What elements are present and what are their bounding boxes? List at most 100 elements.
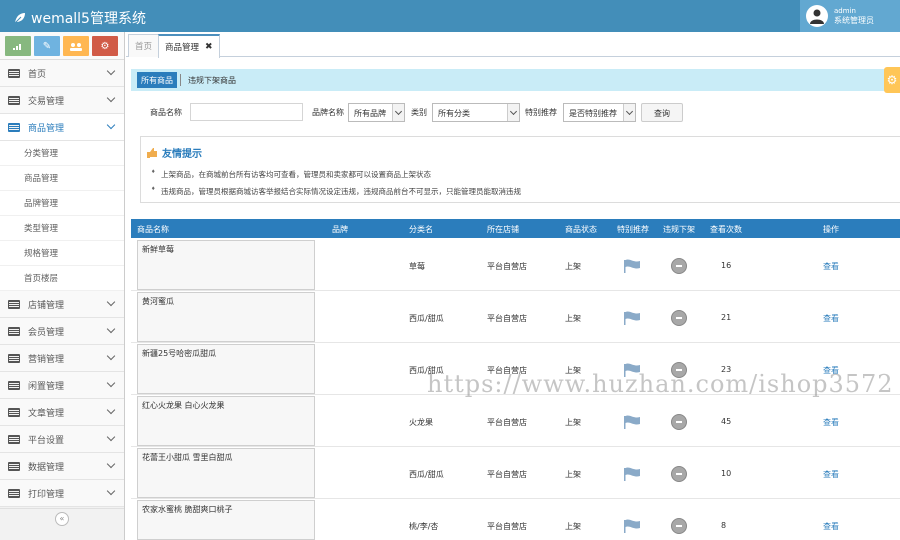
flag-icon[interactable] [623, 519, 641, 533]
category-cell: 西瓜/甜瓜 [409, 366, 444, 375]
user-name: admin [834, 7, 856, 15]
goods-name-cell[interactable]: 新鲜草莓 [137, 240, 315, 290]
sidebar-item-trade[interactable]: 交易管理 [0, 87, 124, 114]
list-icon [8, 407, 20, 417]
cogs-icon[interactable]: ⚙ [92, 36, 118, 56]
views-cell: 8 [721, 521, 727, 530]
brand-title: wemall5管理系统 [31, 11, 146, 27]
sidebar-sub-type[interactable]: 类型管理 [0, 216, 124, 241]
sidebar-sub-goods[interactable]: 商品管理 [0, 166, 124, 191]
special-select[interactable]: 是否特别推荐 [563, 103, 636, 122]
store-cell: 平台自营店 [487, 470, 527, 479]
chevron-down-icon [106, 324, 116, 334]
store-cell: 平台自营店 [487, 366, 527, 375]
sidebar-item-marketing[interactable]: 营销管理 [0, 345, 124, 372]
sidebar-sub-floor[interactable]: 首页楼层 [0, 266, 124, 291]
settings-icon[interactable]: ⚙ [884, 67, 900, 93]
goods-name-input[interactable] [190, 103, 303, 121]
view-link[interactable]: 查看 [823, 417, 839, 428]
col-violation[interactable]: 违规下架 [663, 224, 695, 235]
col-goods-name[interactable]: 商品名称 [137, 224, 169, 235]
minus-circle-icon[interactable] [671, 258, 687, 274]
minus-circle-icon[interactable] [671, 362, 687, 378]
chevron-down-icon [106, 66, 116, 76]
brand[interactable]: wemall5管理系统 [14, 8, 146, 28]
view-link[interactable]: 查看 [823, 521, 839, 532]
sidebar-item-article[interactable]: 文章管理 [0, 399, 124, 426]
tip-line: 上架商品，在商城前台所有访客均可查看，管理员和卖家都可以设置商品上架状态 [151, 169, 431, 180]
query-button[interactable]: 查询 [641, 103, 683, 122]
sidebar-collapse-bar: « [0, 508, 124, 526]
sidebar-item-member[interactable]: 会员管理 [0, 318, 124, 345]
minus-circle-icon[interactable] [671, 518, 687, 534]
col-special[interactable]: 特别推荐 [617, 224, 649, 235]
tab-goods-management[interactable]: 商品管理 ✖ [158, 34, 220, 58]
sidebar-sub-brand[interactable]: 品牌管理 [0, 191, 124, 216]
category-cell: 火龙果 [409, 418, 433, 427]
tab-home[interactable]: 首页 [128, 34, 160, 57]
flag-icon[interactable] [623, 415, 641, 429]
status-cell: 上架 [565, 418, 581, 427]
table-row: 红心火龙果 白心火龙果 火龙果 平台自营店 上架 45 查看 [131, 395, 900, 447]
goods-name-cell[interactable]: 花蕾王小甜瓜 雪里白甜瓜 [137, 448, 315, 498]
list-icon [8, 488, 20, 498]
tab-all-goods[interactable]: 所有商品 [137, 72, 177, 88]
store-cell: 平台自营店 [487, 262, 527, 271]
sidebar-item-store[interactable]: 店铺管理 [0, 291, 124, 318]
tab-violation-goods[interactable]: 违规下架商品 [184, 72, 240, 88]
double-chevron-left-icon[interactable]: « [55, 512, 69, 526]
chevron-down-icon [106, 120, 116, 130]
status-cell: 上架 [565, 262, 581, 271]
list-icon [8, 434, 20, 444]
col-status[interactable]: 商品状态 [565, 224, 597, 235]
users-icon[interactable] [63, 36, 89, 56]
store-cell: 平台自营店 [487, 522, 527, 531]
col-store[interactable]: 所在店铺 [487, 224, 519, 235]
view-link[interactable]: 查看 [823, 365, 839, 376]
list-icon [8, 95, 20, 105]
sidebar-item-idle[interactable]: 闲置管理 [0, 372, 124, 399]
close-icon[interactable]: ✖ [205, 42, 213, 52]
sidebar-item-label: 首页 [28, 69, 47, 80]
col-views[interactable]: 查看次数 [710, 224, 742, 235]
pencil-icon[interactable]: ✎ [34, 36, 60, 56]
view-link[interactable]: 查看 [823, 313, 839, 324]
flag-icon[interactable] [623, 467, 641, 481]
flag-icon[interactable] [623, 311, 641, 325]
minus-circle-icon[interactable] [671, 466, 687, 482]
user-menu[interactable]: admin 系统管理员 [800, 0, 900, 32]
flag-icon[interactable] [623, 259, 641, 273]
sidebar-item-print[interactable]: 打印管理 [0, 480, 124, 507]
sidebar-item-platform[interactable]: 平台设置 [0, 426, 124, 453]
signal-icon[interactable] [5, 36, 31, 56]
col-brand[interactable]: 品牌 [332, 224, 348, 235]
minus-circle-icon[interactable] [671, 310, 687, 326]
category-select[interactable]: 所有分类 [432, 103, 520, 122]
status-cell: 上架 [565, 366, 581, 375]
sidebar-sub-category[interactable]: 分类管理 [0, 141, 124, 166]
goods-name-cell[interactable]: 黄河蜜瓜 [137, 292, 315, 342]
chevron-down-icon [623, 104, 635, 121]
user-role: 系统管理员 [834, 16, 874, 25]
sidebar-item-goods[interactable]: 商品管理 [0, 114, 124, 141]
chevron-down-icon [106, 432, 116, 442]
sidebar-item-data[interactable]: 数据管理 [0, 453, 124, 480]
goods-name-cell[interactable]: 农家水蜜桃 脆甜爽口桃子 [137, 500, 315, 540]
table-row: 新疆25号哈密瓜甜瓜 西瓜/甜瓜 平台自营店 上架 23 查看 [131, 343, 900, 395]
sidebar-item-home[interactable]: 首页 [0, 60, 124, 87]
brand-select[interactable]: 所有品牌 [348, 103, 405, 122]
view-link[interactable]: 查看 [823, 261, 839, 272]
minus-circle-icon[interactable] [671, 414, 687, 430]
flag-icon[interactable] [623, 363, 641, 377]
sidebar-sub-spec[interactable]: 规格管理 [0, 241, 124, 266]
tip-line: 违规商品，管理员根据商城访客举报结合实际情况设定违规，违规商品前台不可显示，只能… [151, 186, 521, 197]
category-cell: 桃/李/杏 [409, 522, 439, 531]
category-cell: 西瓜/甜瓜 [409, 470, 444, 479]
table-row: 新鲜草莓 草莓 平台自营店 上架 16 查看 [131, 239, 900, 291]
list-icon [8, 326, 20, 336]
brand-label: 品牌名称 [312, 108, 344, 117]
col-category[interactable]: 分类名 [409, 224, 433, 235]
goods-name-cell[interactable]: 红心火龙果 白心火龙果 [137, 396, 315, 446]
goods-name-cell[interactable]: 新疆25号哈密瓜甜瓜 [137, 344, 315, 394]
view-link[interactable]: 查看 [823, 469, 839, 480]
